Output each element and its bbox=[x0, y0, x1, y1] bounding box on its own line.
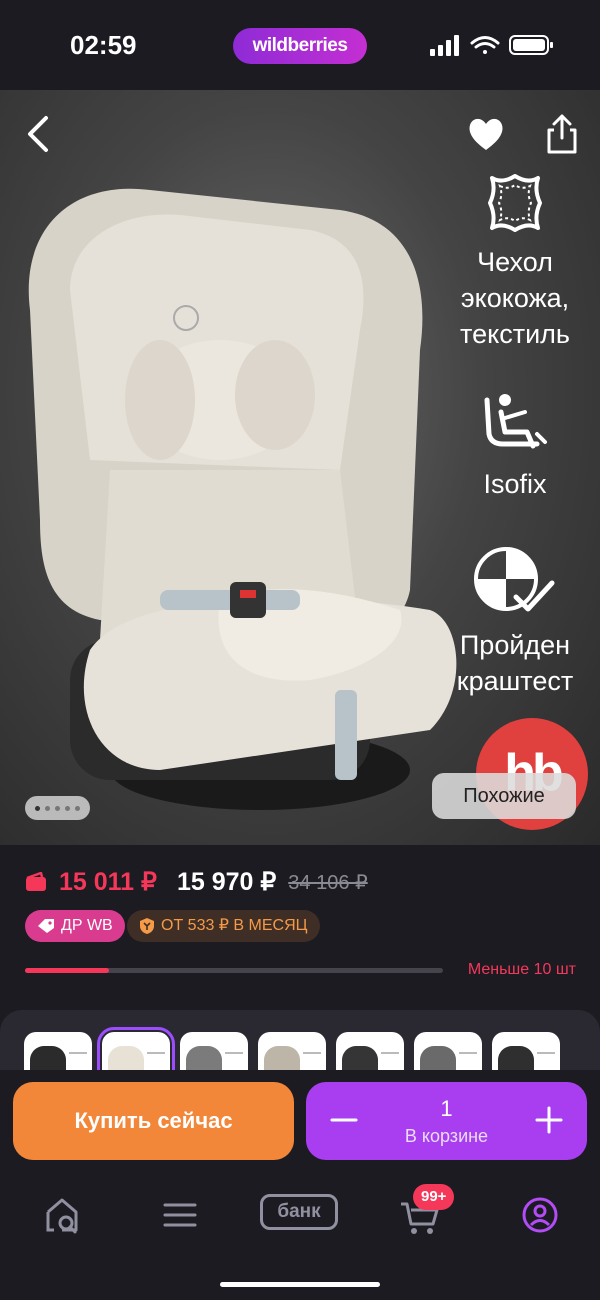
wallet-price: 15 011 ₽ bbox=[59, 868, 157, 896]
status-time: 02:59 bbox=[70, 30, 137, 60]
gallery-pagination[interactable] bbox=[25, 796, 90, 820]
back-arrow-icon[interactable] bbox=[20, 112, 60, 156]
product-gallery[interactable]: Чехол экокожа, текстиль Isofix Пройден к… bbox=[0, 90, 600, 845]
leather-icon bbox=[488, 174, 542, 232]
cart-stepper[interactable]: 1 В корзине bbox=[306, 1082, 587, 1160]
regular-price: 15 970 ₽ bbox=[176, 868, 277, 896]
profile-icon[interactable] bbox=[515, 1190, 565, 1240]
stock-progress-bar bbox=[25, 968, 443, 973]
installment-tag[interactable]: ОТ 533 ₽ В МЕСЯЦ bbox=[127, 910, 320, 942]
variant-label-graphic bbox=[381, 1052, 399, 1072]
variant-label-graphic bbox=[537, 1052, 555, 1072]
home-indicator bbox=[220, 1282, 380, 1287]
variant-label-graphic bbox=[303, 1052, 321, 1072]
stock-progress-fill bbox=[25, 968, 109, 973]
feature-crash-test: Пройден краштест bbox=[440, 545, 590, 699]
brand-logo[interactable]: wildberries bbox=[233, 28, 367, 64]
variant-label-graphic bbox=[147, 1052, 165, 1072]
status-bar: 02:59 wildberries bbox=[0, 0, 600, 90]
price-card: 15 011 ₽ 15 970 ₽ 34 106 ₽ ДР WB ОТ 533 … bbox=[0, 845, 600, 995]
action-bar: Купить сейчас 1 В корзине bbox=[0, 1070, 600, 1170]
feature-leather-line-2: экокожа, bbox=[460, 283, 570, 313]
bank-tab[interactable]: банк bbox=[260, 1194, 338, 1230]
car-seat-image bbox=[28, 188, 457, 810]
shield-icon bbox=[140, 918, 154, 934]
share-icon[interactable] bbox=[544, 112, 580, 156]
feature-crash-line-1: Пройден bbox=[459, 630, 571, 660]
installment-tag-label: ОТ 533 ₽ В МЕСЯЦ bbox=[161, 917, 308, 934]
buy-now-button[interactable]: Купить сейчас bbox=[13, 1082, 294, 1160]
feature-crash-line-2: краштест bbox=[456, 666, 574, 696]
stock-label: Меньше 10 шт bbox=[467, 961, 576, 978]
price-row: 15 011 ₽ 15 970 ₽ 34 106 ₽ bbox=[25, 867, 368, 897]
similar-button[interactable]: Похожие bbox=[432, 773, 576, 819]
tag-icon bbox=[38, 919, 54, 933]
feature-leather: Чехол экокожа, текстиль bbox=[440, 168, 590, 352]
cart-count-badge: 99+ bbox=[413, 1184, 455, 1210]
gallery-dot bbox=[65, 805, 70, 811]
signal-icon bbox=[430, 35, 459, 56]
old-price: 34 106 ₽ bbox=[288, 871, 368, 894]
heart-icon[interactable] bbox=[466, 114, 506, 154]
wallet-icon bbox=[26, 872, 46, 891]
variant-label-graphic bbox=[225, 1052, 243, 1072]
promo-tag-label: ДР WB bbox=[61, 917, 113, 934]
variant-label-graphic bbox=[69, 1052, 87, 1072]
wifi-icon bbox=[470, 36, 500, 54]
bottom-tab-bar: банк 99+ bbox=[0, 1170, 600, 1300]
feature-isofix-line-1: Isofix bbox=[483, 469, 547, 499]
isofix-seat-icon bbox=[484, 394, 547, 449]
crash-test-icon bbox=[474, 547, 555, 612]
plus-icon[interactable] bbox=[529, 1100, 569, 1140]
system-status-icons bbox=[430, 35, 553, 56]
battery-icon bbox=[509, 35, 553, 55]
feature-leather-line-3: текстиль bbox=[460, 319, 570, 349]
menu-icon[interactable] bbox=[155, 1190, 205, 1240]
gallery-dot bbox=[55, 805, 60, 811]
variant-label-graphic bbox=[459, 1052, 477, 1072]
gallery-dot bbox=[45, 805, 50, 811]
feature-leather-line-1: Чехол bbox=[477, 247, 553, 277]
gallery-dot bbox=[35, 805, 40, 811]
promo-tag[interactable]: ДР WB bbox=[25, 910, 125, 942]
home-search-icon[interactable] bbox=[38, 1190, 88, 1240]
feature-isofix: Isofix bbox=[440, 390, 590, 502]
gallery-dot bbox=[75, 805, 80, 811]
